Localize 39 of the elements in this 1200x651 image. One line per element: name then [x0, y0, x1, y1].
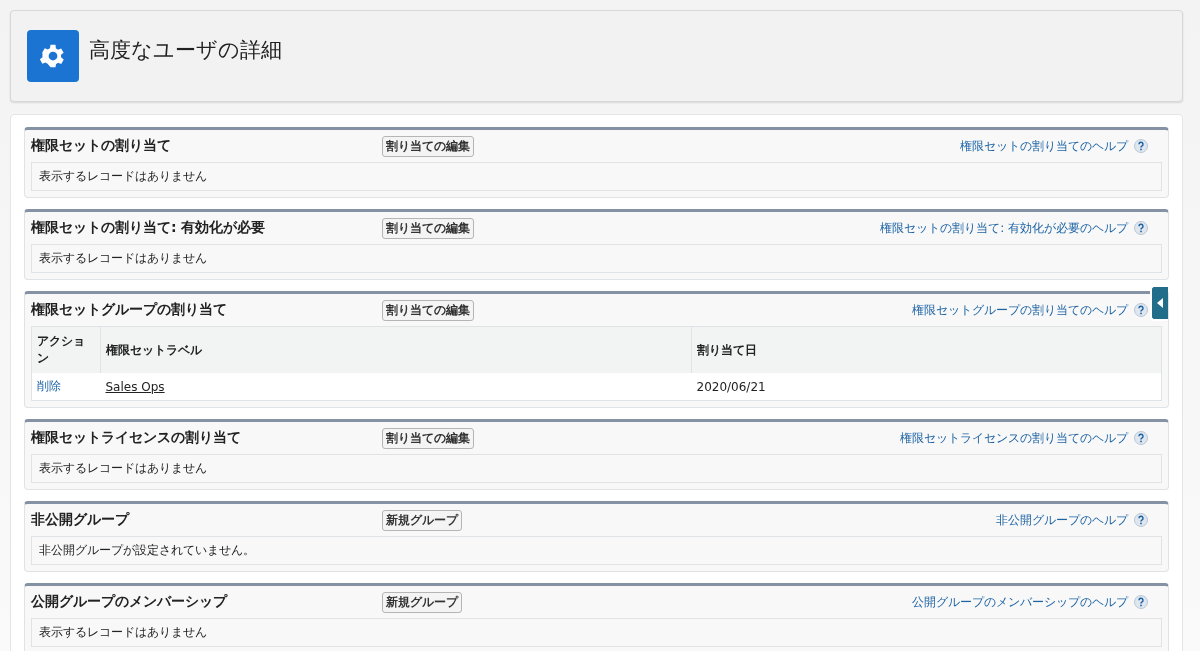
- permission-set-link[interactable]: Sales Ops: [105, 379, 165, 394]
- empty-message: 非公開グループが設定されていません。: [31, 536, 1162, 565]
- edit-button[interactable]: 割り当ての編集: [382, 135, 474, 157]
- delete-link[interactable]: 削除: [37, 379, 61, 393]
- edit-button[interactable]: 新規グループ: [382, 509, 462, 531]
- help-link[interactable]: 権限セットライセンスの割り当てのヘルプ: [900, 429, 1128, 447]
- help-link[interactable]: 権限セットの割り当て: 有効化が必要のヘルプ: [880, 219, 1128, 237]
- help-link[interactable]: 公開グループのメンバーシップのヘルプ: [912, 593, 1128, 611]
- column-header: 権限セットラベル: [100, 326, 692, 373]
- column-header: アクション: [31, 326, 101, 373]
- settings-icon: [27, 30, 79, 82]
- section-title: 権限セットグループの割り当て: [31, 301, 228, 319]
- help-link[interactable]: 権限セットの割り当てのヘルプ: [960, 137, 1128, 155]
- edit-button[interactable]: 割り当ての編集: [382, 299, 474, 321]
- help-link[interactable]: 権限セットグループの割り当てのヘルプ: [912, 301, 1128, 319]
- help-icon[interactable]: [1134, 431, 1148, 445]
- help-icon[interactable]: [1134, 513, 1148, 527]
- section-title: 権限セットの割り当て: 有効化が必要: [31, 219, 267, 237]
- section-title: 権限セットの割り当て: [31, 137, 172, 155]
- help-link[interactable]: 非公開グループのヘルプ: [996, 511, 1128, 529]
- empty-message: 表示するレコードはありません: [31, 454, 1162, 483]
- page-title: 高度なユーザの詳細: [89, 37, 282, 64]
- edit-button[interactable]: 割り当ての編集: [382, 427, 474, 449]
- edit-button[interactable]: 割り当ての編集: [382, 217, 474, 239]
- section-title: 公開グループのメンバーシップ: [31, 593, 229, 611]
- empty-message: 表示するレコードはありません: [31, 162, 1162, 191]
- help-icon[interactable]: [1134, 595, 1148, 609]
- section-title: 非公開グループ: [31, 511, 131, 529]
- empty-message: 表示するレコードはありません: [31, 244, 1162, 273]
- help-icon[interactable]: [1134, 139, 1148, 153]
- empty-message: 表示するレコードはありません: [31, 618, 1162, 647]
- section-title: 権限セットライセンスの割り当て: [31, 429, 242, 447]
- edit-button[interactable]: 新規グループ: [382, 591, 462, 613]
- collapse-tab[interactable]: [1150, 285, 1168, 321]
- table-cell: 2020/06/21: [691, 373, 1162, 401]
- help-icon[interactable]: [1134, 221, 1148, 235]
- help-icon[interactable]: [1134, 303, 1148, 317]
- column-header: 割り当て日: [691, 326, 1162, 373]
- caret-icon: [1157, 298, 1163, 308]
